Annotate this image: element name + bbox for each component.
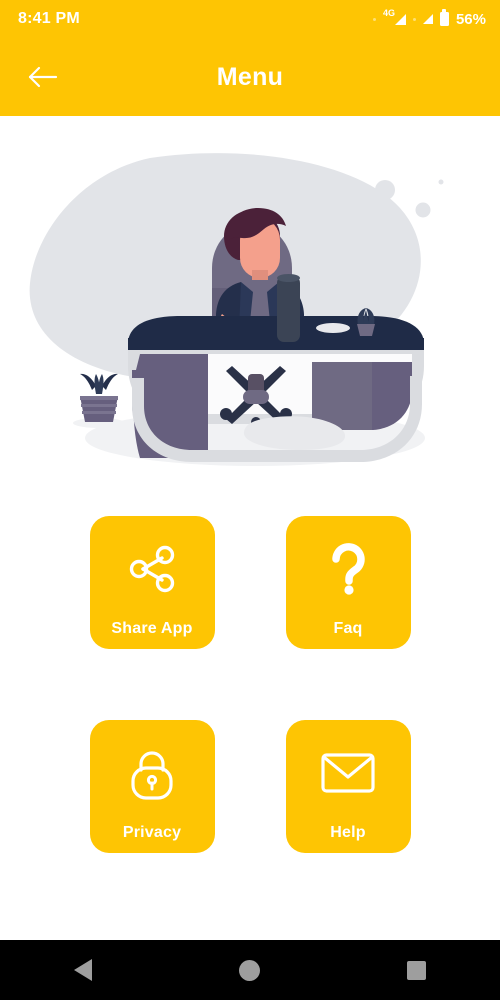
signal-4g-icon: 4G — [383, 8, 406, 25]
envelope-icon — [286, 720, 411, 825]
signal-dot-icon — [372, 17, 376, 21]
menu-tile-label: Share App — [111, 620, 193, 637]
menu-tile-help[interactable]: Help — [285, 720, 411, 853]
nav-back-button[interactable] — [48, 940, 118, 1000]
person-at-desk-illustration — [0, 138, 500, 488]
menu-tile-label: Help — [330, 824, 366, 841]
menu-tile-label: Faq — [333, 620, 363, 637]
signal-dot-icon-2 — [412, 17, 416, 21]
illustration-svg — [29, 153, 444, 466]
nav-recents-button[interactable] — [382, 940, 452, 1000]
circle-icon — [239, 959, 261, 981]
question-mark-icon — [286, 516, 411, 621]
menu-tile-faq[interactable]: Faq — [285, 516, 411, 649]
status-time: 8:41 PM — [18, 10, 80, 27]
app-bar: Menu — [0, 38, 500, 116]
status-bar: 8:41 PM 4G 56% — [0, 0, 500, 38]
signal-bars-icon — [422, 14, 433, 24]
page-title: Menu — [216, 62, 284, 91]
android-navigation-bar — [0, 940, 500, 1000]
lock-icon — [90, 720, 215, 825]
battery-percent-label: 56% — [455, 10, 486, 28]
menu-tile-label: Privacy — [122, 824, 182, 841]
network-type-label: 4G — [382, 7, 395, 18]
battery-icon — [439, 9, 449, 26]
nav-home-button[interactable] — [215, 940, 285, 1000]
menu-tile-share-app[interactable]: Share App — [89, 516, 215, 649]
share-icon — [90, 516, 215, 621]
back-button[interactable] — [22, 56, 64, 98]
menu-grid: Share App Faq Privacy Help — [0, 516, 500, 853]
arrow-left-icon — [28, 66, 58, 88]
triangle-left-icon — [74, 959, 93, 981]
signal-bars-shape — [394, 13, 406, 25]
menu-tile-privacy[interactable]: Privacy — [89, 720, 215, 853]
main-content: Share App Faq Privacy Help — [0, 116, 500, 940]
square-icon — [407, 960, 427, 980]
status-icons: 4G 56% — [372, 8, 486, 28]
